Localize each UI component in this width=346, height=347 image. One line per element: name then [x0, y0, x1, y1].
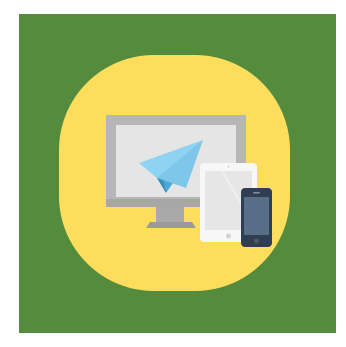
image-frame [0, 0, 346, 347]
smartphone-icon [241, 188, 272, 247]
devices-illustration [59, 55, 290, 291]
